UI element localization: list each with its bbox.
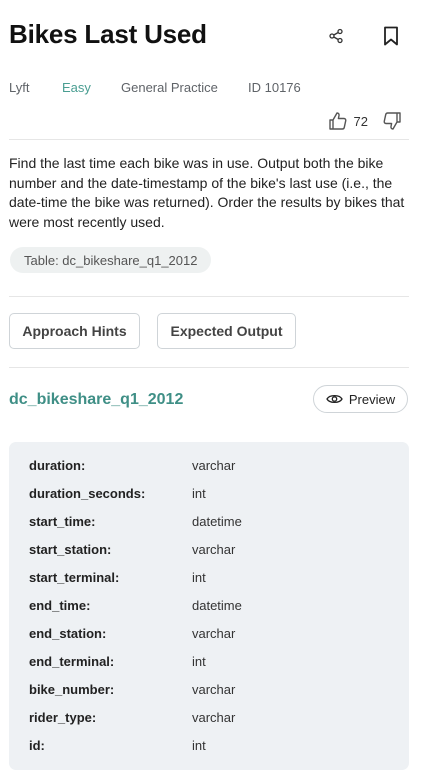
vote-bar: 72: [328, 111, 402, 131]
column-type: varchar: [192, 682, 236, 697]
column-name: rider_type:: [29, 710, 97, 725]
column-type: int: [192, 738, 206, 753]
column-name: id:: [29, 738, 45, 753]
column-name: duration_seconds:: [29, 486, 146, 501]
schema-table-name: dc_bikeshare_q1_2012: [9, 391, 184, 408]
difficulty-label: Easy: [62, 80, 91, 95]
like-count: 72: [353, 113, 368, 129]
schema-row: bike_number: varchar: [29, 682, 399, 702]
column-name: duration:: [29, 458, 86, 473]
schema-panel: duration: varchar duration_seconds: int …: [9, 442, 409, 770]
schema-row: start_station: varchar: [29, 542, 399, 562]
question-description: Find the last time each bike was in use.…: [9, 155, 405, 230]
question-id: ID 10176: [248, 80, 301, 95]
preview-label: Preview: [348, 391, 396, 407]
page-title: Bikes Last Used: [9, 19, 207, 49]
schema-row: id: int: [29, 738, 399, 758]
schema-row: end_time: datetime: [29, 598, 399, 618]
schema-row: rider_type: varchar: [29, 710, 399, 730]
column-type: varchar: [192, 626, 236, 641]
divider: [9, 296, 409, 297]
schema-row: end_station: varchar: [29, 626, 399, 646]
column-name: start_terminal:: [29, 570, 120, 585]
thumbs-down-icon[interactable]: [382, 111, 402, 131]
column-name: bike_number:: [29, 682, 115, 697]
divider: [9, 367, 409, 368]
share-icon[interactable]: [326, 26, 346, 46]
schema-row: duration_seconds: int: [29, 486, 399, 506]
column-type: datetime: [192, 598, 242, 613]
column-type: varchar: [192, 458, 236, 473]
column-type: int: [192, 654, 206, 669]
column-type: varchar: [192, 710, 236, 725]
column-name: end_terminal:: [29, 654, 115, 669]
schema-row: duration: varchar: [29, 458, 399, 478]
approach-hints-button[interactable]: Approach Hints: [9, 313, 140, 349]
preview-button[interactable]: Preview: [313, 385, 408, 413]
expected-output-button[interactable]: Expected Output: [157, 313, 296, 349]
column-name: start_time:: [29, 514, 96, 529]
column-type: int: [192, 570, 206, 585]
category-label[interactable]: General Practice: [121, 80, 218, 95]
company-label[interactable]: Lyft: [9, 80, 29, 95]
column-name: start_station:: [29, 542, 112, 557]
column-type: varchar: [192, 542, 236, 557]
column-name: end_time:: [29, 598, 91, 613]
table-chip: Table: dc_bikeshare_q1_2012: [10, 247, 212, 273]
divider: [9, 139, 409, 140]
column-type: int: [192, 486, 206, 501]
column-name: end_station:: [29, 626, 107, 641]
schema-row: end_terminal: int: [29, 654, 399, 674]
column-type: datetime: [192, 514, 242, 529]
schema-row: start_time: datetime: [29, 514, 399, 534]
bookmark-icon[interactable]: [381, 25, 401, 47]
eye-icon: [326, 393, 343, 405]
schema-row: start_terminal: int: [29, 570, 399, 590]
thumbs-up-icon[interactable]: [328, 111, 348, 131]
